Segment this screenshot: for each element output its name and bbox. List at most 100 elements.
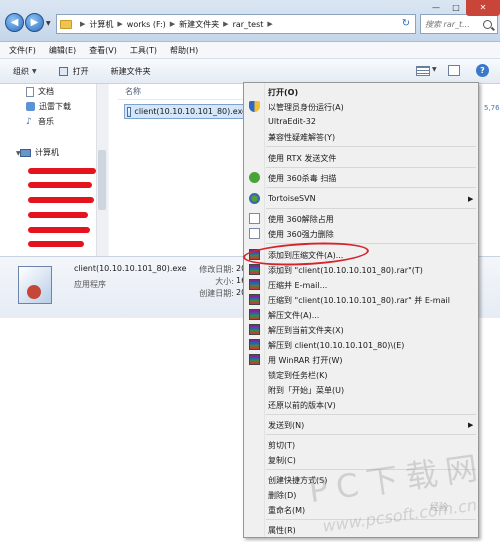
change-view-icon[interactable] [416,66,430,76]
organize-label: 组织 [13,66,29,76]
view-options-caret-icon[interactable]: ▼ [432,66,437,73]
menu-item-properties[interactable]: 属性(R) [268,525,296,536]
menu-item-send-to[interactable]: 发送到(N) [268,420,304,431]
menu-separator [266,414,476,415]
menu-item-compress-to-rar-and-email[interactable]: 压缩到 "client(10.10.10.101_80).rar" 并 E-ma… [268,295,450,306]
breadcrumb-new-folder[interactable]: 新建文件夹 [179,19,219,30]
redacted-drive [28,197,94,203]
maximize-button[interactable]: □ [446,0,466,16]
breadcrumb-rar-test[interactable]: rar_test [233,20,264,29]
uac-shield-icon [249,101,260,112]
download-folder-icon [26,102,35,111]
submenu-arrow-icon: ▶ [468,195,474,203]
tortoisesvn-icon [249,193,260,204]
winrar-icon [249,339,260,350]
winrar-icon [249,309,260,320]
menu-item-pin-to-taskbar[interactable]: 锁定到任务栏(K) [268,370,328,381]
minimize-button[interactable]: — [426,0,446,16]
menu-item-360-force-delete[interactable]: 使用 360强力删除 [268,229,334,240]
breadcrumb-separator-icon: ▶ [169,20,176,28]
redacted-drive [28,168,96,174]
breadcrumb-computer[interactable]: 计算机 [89,19,113,30]
search-icon[interactable] [483,19,492,29]
menu-tools[interactable]: 工具(T) [130,45,157,56]
menu-item-rtx-send[interactable]: 使用 RTX 发送文件 [268,153,336,164]
help-icon[interactable]: ? [476,64,489,77]
menu-separator [266,146,476,147]
chevron-down-icon: ▼ [32,67,37,75]
open-icon [58,66,68,76]
winrar-icon [249,264,260,275]
open-button[interactable]: 打开 [58,66,89,77]
360-force-delete-icon [249,228,260,239]
redacted-drive [28,182,92,188]
column-header-name[interactable]: 名称 [125,86,141,97]
menu-bar: 文件(F) 编辑(E) 查看(V) 工具(T) 帮助(H) [0,42,500,59]
menu-separator [266,208,476,209]
winrar-icon [249,354,260,365]
menu-item-add-to-named-rar[interactable]: 添加到 "client(10.10.10.101_80).rar"(T) [268,265,423,276]
nav-item-music[interactable]: ♪ 音乐 [26,116,54,127]
menu-item-extract-files[interactable]: 解压文件(A)... [268,310,319,321]
redacted-drive [28,241,84,247]
watermark-jingyan: 经验 [430,503,449,513]
back-button[interactable]: ◀ [5,13,24,32]
redacted-drive [28,212,88,218]
winrar-sfx-icon [18,266,52,304]
menu-item-tortoisesvn[interactable]: TortoiseSVN [268,194,316,203]
menu-item-360-scan[interactable]: 使用 360杀毒 扫描 [268,173,336,184]
nav-item-label: 迅雷下载 [39,102,71,111]
search-box[interactable] [420,14,498,34]
menu-edit[interactable]: 编辑(E) [49,45,76,56]
new-folder-button[interactable]: 新建文件夹 [111,66,151,77]
recent-pages-caret-icon[interactable]: ▼ [46,20,52,27]
close-button[interactable]: ✕ [466,0,500,16]
menu-item-run-as-admin[interactable]: 以管理员身份运行(A) [268,102,344,113]
preview-pane-icon[interactable] [448,65,460,76]
breadcrumb-drive[interactable]: works (F:) [127,20,166,29]
menu-item-open[interactable]: 打开(O) [268,87,298,98]
details-modified-label: 修改日期: [199,265,234,274]
column-value-cut: 5,76 [484,104,500,112]
details-file-name: client(10.10.10.101_80).exe [74,264,187,273]
winrar-icon [249,324,260,335]
organize-button[interactable]: 组织 ▼ [13,66,37,77]
nav-item-documents[interactable]: 文档 [26,86,54,97]
forward-button[interactable]: ▶ [25,13,44,32]
menu-item-copy[interactable]: 复制(C) [268,455,296,466]
menu-item-ultraedit[interactable]: UltraEdit-32 [268,117,316,126]
menu-item-extract-to-folder[interactable]: 解压到 client(10.10.10.101_80)\(E) [268,340,404,351]
menu-item-restore-previous-versions[interactable]: 还原以前的版本(V) [268,400,336,411]
menu-separator [266,167,476,168]
menu-item-extract-here[interactable]: 解压到当前文件夹(X) [268,325,344,336]
breadcrumb-separator-icon: ▶ [223,20,229,28]
menu-item-delete[interactable]: 删除(D) [268,490,296,501]
open-label: 打开 [72,66,89,76]
menu-item-360-unlock[interactable]: 使用 360解除占用 [268,214,334,225]
menu-item-compress-and-email[interactable]: 压缩并 E-mail... [268,280,327,291]
file-item-selected[interactable]: client(10.10.10.101_80).exe [124,104,248,119]
menu-view[interactable]: 查看(V) [89,45,117,56]
nav-scrollbar-thumb[interactable] [98,150,106,210]
menu-item-pin-to-start[interactable]: 附到「开始」菜单(U) [268,385,344,396]
menu-help[interactable]: 帮助(H) [170,45,198,56]
nav-item-thunder-downloads[interactable]: 迅雷下载 [26,101,71,112]
menu-item-cut[interactable]: 剪切(T) [268,440,295,451]
computer-icon [20,148,31,157]
menu-item-compat-troubleshoot[interactable]: 兼容性疑难解答(Y) [268,132,335,143]
nav-item-computer[interactable]: 计算机 [20,147,59,158]
menu-item-rename[interactable]: 重命名(M) [268,505,305,516]
file-name: client(10.10.10.101_80).exe [134,107,247,116]
redacted-drive [28,227,90,233]
search-input[interactable] [425,19,481,29]
address-bar[interactable]: ▶ 计算机 ▶ works (F:) ▶ 新建文件夹 ▶ rar_test ▶ [56,14,416,34]
details-created-label: 创建日期: [199,289,234,298]
winrar-icon [249,279,260,290]
folder-icon [60,19,72,29]
menu-file[interactable]: 文件(F) [9,45,36,56]
winrar-icon [249,294,260,305]
360-antivirus-icon [249,172,260,183]
music-icon: ♪ [26,116,32,127]
refresh-icon[interactable]: ↻ [398,15,414,33]
menu-item-open-with-winrar[interactable]: 用 WinRAR 打开(W) [268,355,343,366]
